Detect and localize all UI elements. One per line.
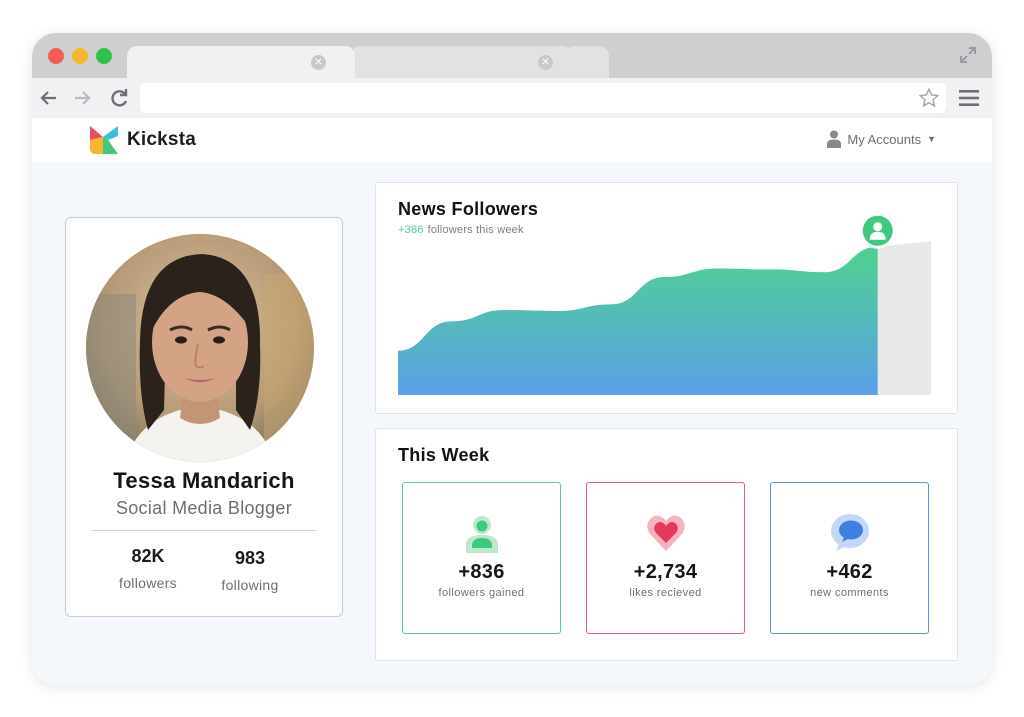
tab-bar: ✕ ✕ [32,33,992,78]
close-window-button[interactable] [48,48,64,64]
profile-name: Tessa Mandarich [113,468,295,493]
close-tab-icon[interactable]: ✕ [538,55,553,70]
followers-delta: +386 [398,224,424,236]
likes-received-tile[interactable]: +2,734 likes recieved [586,482,745,634]
this-week-card: This Week +836 followers gained +2,734 l… [375,428,958,661]
my-accounts-label: My Accounts [847,131,922,147]
maximize-window-button[interactable] [96,48,112,64]
avatar [86,234,314,462]
likes-received-label: likes recieved [629,587,702,599]
following-count: 983 [234,548,266,568]
address-bar[interactable] [140,83,946,113]
forward-arrow-icon[interactable] [71,87,93,109]
reload-icon[interactable] [108,87,130,109]
chart-subtitle-text: followers this week [427,224,524,236]
back-arrow-icon[interactable] [38,87,60,109]
following-label: following [221,577,279,593]
caret-down-icon: ▼ [927,134,936,144]
likes-received-value: +2,734 [633,561,698,583]
bookmark-star-icon[interactable] [918,87,940,109]
browser-window: ✕ ✕ Kicksta My Accounts ▼ Tessa Mandaric… [32,33,992,685]
future-area [877,241,931,395]
following-stat: 983 following [195,548,305,593]
app-header: Kicksta My Accounts ▼ [32,118,992,162]
user-icon [827,130,842,148]
tab-secondary[interactable]: ✕ [350,46,572,78]
brand-name: Kicksta [127,129,196,150]
browser-menu-icon[interactable] [958,88,980,108]
this-week-title: This Week [398,445,490,465]
expand-icon[interactable] [958,45,978,65]
followers-label: followers [119,575,177,591]
current-user-marker[interactable] [859,212,896,249]
followers-gained-tile[interactable]: +836 followers gained [402,482,561,634]
profile-role: Social Media Blogger [115,498,293,518]
followers-gained-label: followers gained [438,587,525,599]
new-comments-tile[interactable]: +462 new comments [770,482,929,634]
browser-toolbar [32,78,992,118]
divider [92,530,316,531]
chart-subtitle: +386 followers this week [398,224,524,236]
user-icon [466,516,498,553]
new-comments-label: new comments [810,587,889,599]
chart-title: News Followers [398,199,539,219]
brand-logo[interactable]: Kicksta [88,124,196,156]
minimize-window-button[interactable] [72,48,88,64]
news-followers-card: News Followers +386 followers this week [375,182,958,414]
my-accounts-dropdown[interactable]: My Accounts ▼ [827,130,936,148]
kicksta-logo-icon [90,126,118,154]
comment-icon [831,514,869,551]
profile-photo [86,234,314,462]
followers-count: 82K [131,546,165,566]
followers-gained-value: +836 [458,561,505,583]
tab-active[interactable]: ✕ [127,46,355,78]
followers-area [398,246,878,395]
followers-stat: 82K followers [93,546,203,591]
window-controls [48,48,112,64]
new-comments-value: +462 [826,561,873,583]
close-tab-icon[interactable]: ✕ [311,55,326,70]
profile-card: Tessa Mandarich Social Media Blogger 82K… [65,217,343,617]
heart-icon [647,515,685,551]
